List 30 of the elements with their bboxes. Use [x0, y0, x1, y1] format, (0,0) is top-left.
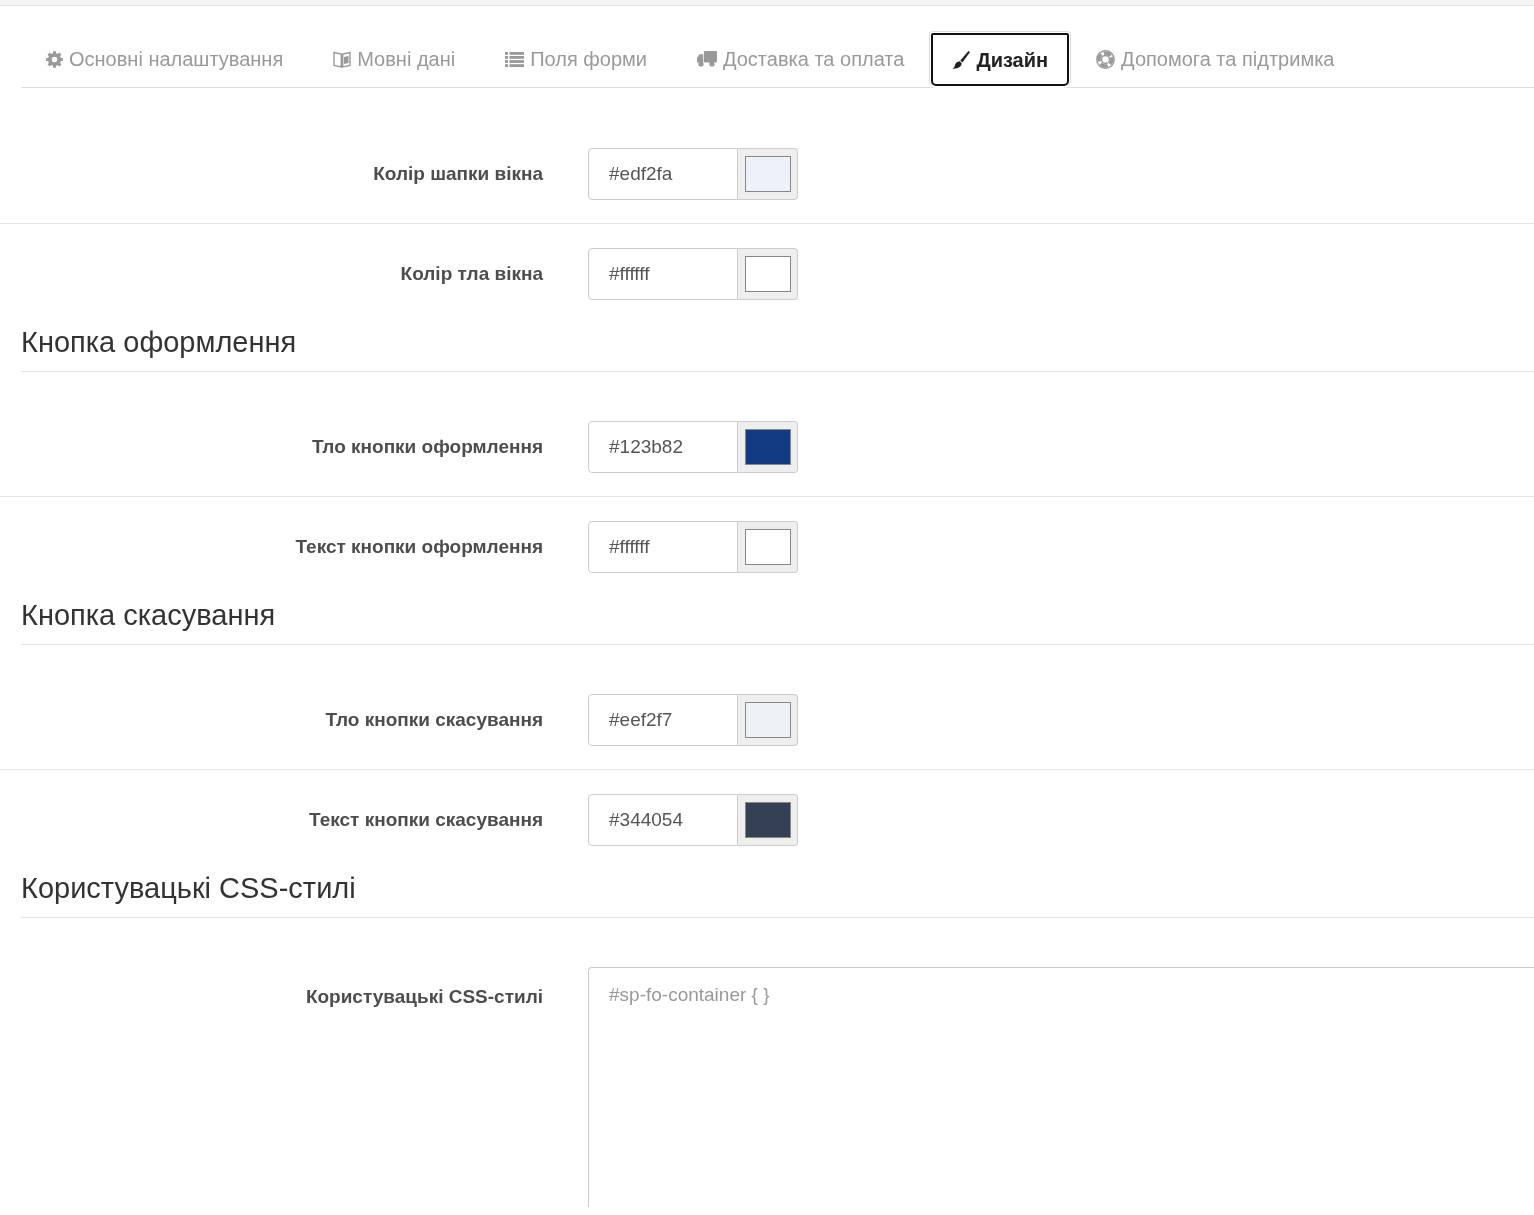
color-input[interactable]: #344054 — [588, 794, 738, 846]
color-input[interactable]: #123b82 — [588, 421, 738, 473]
color-picker-addon[interactable] — [738, 421, 798, 473]
tab[interactable]: Дизайн — [929, 31, 1072, 88]
color-input[interactable]: #eef2f7 — [588, 694, 738, 746]
color-input[interactable]: #edf2fa — [588, 148, 738, 200]
truck-icon — [696, 51, 717, 67]
life-ring-icon — [1096, 49, 1116, 69]
color-picker-addon[interactable] — [738, 521, 798, 573]
gear-icon — [46, 50, 63, 68]
field-label: Тло кнопки оформлення — [310, 434, 543, 459]
section-heading: Користувацькі CSS-стилі — [21, 869, 1534, 918]
field-label: Користувацькі CSS-стилі — [304, 985, 543, 1009]
color-picker-addon[interactable] — [738, 248, 798, 300]
field-label: Колір тла вікна — [399, 261, 543, 286]
field-label: Текст кнопки оформлення — [294, 534, 543, 559]
section-heading: Кнопка скасування — [21, 596, 1534, 645]
paintbrush-icon — [952, 50, 971, 69]
color-picker-addon[interactable] — [738, 794, 798, 846]
color-picker-addon[interactable] — [738, 694, 798, 746]
css-textarea[interactable]: #sp-fo-container { } — [588, 967, 1534, 1207]
color-input[interactable]: #ffffff — [588, 248, 738, 300]
field-label: Колір шапки вікна — [372, 161, 543, 186]
section-heading: Кнопка оформлення — [21, 323, 1534, 372]
field-label: Текст кнопки скасування — [308, 807, 543, 832]
color-picker-addon[interactable] — [738, 148, 798, 200]
color-input[interactable]: #ffffff — [588, 521, 738, 573]
field-label: Тло кнопки скасування — [324, 707, 543, 732]
list-icon — [505, 51, 525, 67]
book-icon — [333, 50, 352, 68]
